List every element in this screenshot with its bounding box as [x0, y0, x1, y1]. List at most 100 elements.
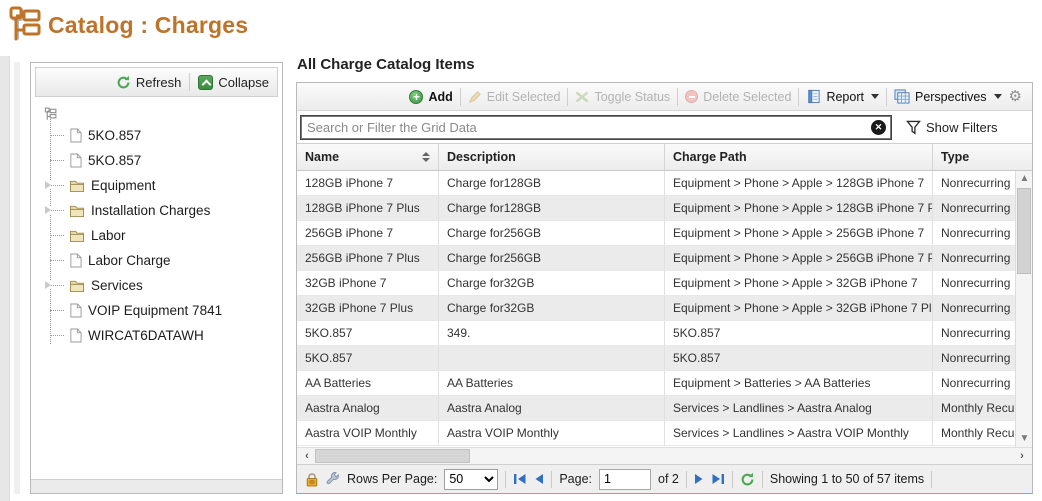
folder-icon	[69, 179, 85, 192]
tree-item-label: Services	[91, 278, 143, 293]
rows-per-page-select[interactable]: 50	[444, 469, 498, 490]
tree-item-label: 5KO.857	[88, 128, 141, 143]
toolbar-divider	[567, 88, 568, 106]
tree-item-equipment[interactable]: Equipment	[39, 173, 278, 198]
cell-description: Charge for256GB	[439, 221, 665, 245]
tree-item-5ko-857[interactable]: 5KO.857	[39, 148, 278, 173]
expand-icon[interactable]	[45, 206, 51, 214]
scroll-down-icon[interactable]: ▼	[1016, 431, 1033, 447]
pager-divider	[505, 471, 506, 488]
tree-item-labor[interactable]: Labor	[39, 223, 278, 248]
table-row[interactable]: 128GB iPhone 7Charge for128GBEquipment >…	[297, 171, 1015, 196]
cell-name: Aastra VOIP Monthly	[297, 421, 439, 445]
vertical-scrollbar[interactable]: ▲ ▼	[1015, 171, 1032, 447]
filter-row: ✕ Show Filters	[297, 111, 1032, 143]
cell-charge-path: Services > Landlines > Aastra Analog	[665, 396, 933, 420]
toggle-status-button[interactable]: Toggle Status	[575, 90, 670, 104]
tree-item-labor-charge[interactable]: Labor Charge	[39, 248, 278, 273]
page-number-input[interactable]	[599, 469, 651, 490]
cell-name: Aastra Analog	[297, 396, 439, 420]
cell-description: Charge for128GB	[439, 171, 665, 195]
tree-item-label: WIRCAT6DATAWH	[88, 328, 204, 343]
vertical-scroll-thumb[interactable]	[1017, 188, 1031, 274]
toolbar-divider	[886, 88, 887, 106]
next-page-button[interactable]	[694, 473, 704, 485]
perspectives-dropdown-button[interactable]: Perspectives	[894, 89, 1002, 104]
column-header-type[interactable]: Type	[933, 144, 1032, 170]
cell-charge-path: Equipment > Phone > Apple > 128GB iPhone…	[665, 196, 933, 220]
table-row[interactable]: 256GB iPhone 7 PlusCharge for256GBEquipm…	[297, 246, 1015, 271]
delete-selected-button[interactable]: Delete Selected	[685, 90, 791, 104]
lock-icon	[305, 472, 319, 487]
page-edge-inner	[14, 62, 20, 494]
catalog-tree-panel: Refresh Collapse 5KO.857 5KO.857 Equipment…	[30, 62, 283, 494]
report-dropdown-button[interactable]: Report	[806, 89, 879, 104]
edit-selected-button[interactable]: Edit Selected	[468, 90, 561, 104]
column-header-description[interactable]: Description	[439, 144, 665, 170]
first-page-button[interactable]	[513, 473, 527, 485]
file-icon	[69, 128, 82, 143]
expand-icon[interactable]	[45, 281, 51, 289]
cell-type: Nonrecurring	[933, 246, 1015, 270]
file-icon	[69, 328, 82, 343]
cell-charge-path: Equipment > Phone > Apple > 128GB iPhone…	[665, 171, 933, 195]
table-row[interactable]: 5KO.8575KO.857Nonrecurring	[297, 346, 1015, 371]
cell-name: 32GB iPhone 7	[297, 271, 439, 295]
tree-item-5ko-857[interactable]: 5KO.857	[39, 123, 278, 148]
sitemap-icon	[7, 5, 45, 45]
tree-item-voip-equipment-7841[interactable]: VOIP Equipment 7841	[39, 298, 278, 323]
cell-charge-path: 5KO.857	[665, 321, 933, 345]
page-count-label: of 2	[658, 472, 679, 486]
clear-search-icon[interactable]: ✕	[871, 120, 886, 135]
showing-status: Showing 1 to 50 of 57 items	[770, 472, 924, 486]
scroll-left-icon[interactable]: ‹	[299, 448, 315, 464]
column-header-name[interactable]: Name	[297, 144, 439, 170]
add-button[interactable]: + Add	[409, 90, 452, 104]
tree-root-node[interactable]	[39, 105, 278, 123]
tree-item-services[interactable]: Services	[39, 273, 278, 298]
horizontal-scroll-thumb[interactable]	[315, 449, 470, 463]
cell-name: AA Batteries	[297, 371, 439, 395]
last-page-button[interactable]	[711, 473, 725, 485]
cell-type: Monthly Recurring	[933, 396, 1015, 420]
scroll-up-icon[interactable]: ▲	[1016, 171, 1033, 187]
refresh-label: Refresh	[136, 75, 182, 90]
cell-type: Nonrecurring	[933, 346, 1015, 370]
cell-name: 128GB iPhone 7 Plus	[297, 196, 439, 220]
horizontal-scrollbar[interactable]: ‹ ›	[297, 447, 1032, 464]
page-edge	[0, 0, 10, 501]
table-row[interactable]: Aastra VOIP MonthlyAastra VOIP MonthlySe…	[297, 421, 1015, 446]
sort-icon[interactable]	[422, 152, 430, 162]
tree-item-label: Equipment	[91, 178, 156, 193]
table-row[interactable]: 32GB iPhone 7 PlusCharge for32GBEquipmen…	[297, 296, 1015, 321]
column-header-charge-path[interactable]: Charge Path	[665, 144, 933, 170]
tree-items: 5KO.857 5KO.857 Equipment Installation Char…	[39, 123, 278, 348]
grid-panel: + Add Edit Selected Toggle Status Delete…	[296, 82, 1033, 494]
table-row[interactable]: Aastra AnalogAastra AnalogServices > Lan…	[297, 396, 1015, 421]
table-row[interactable]: 32GB iPhone 7Charge for32GBEquipment > P…	[297, 271, 1015, 296]
table-row[interactable]: 5KO.857349.5KO.857Nonrecurring	[297, 321, 1015, 346]
tree-item-wircat6datawh[interactable]: WIRCAT6DATAWH	[39, 323, 278, 348]
tree-item-installation-charges[interactable]: Installation Charges	[39, 198, 278, 223]
show-filters-button[interactable]: Show Filters	[906, 120, 998, 135]
wrench-icon[interactable]	[326, 472, 340, 486]
collapse-icon	[198, 75, 213, 90]
previous-page-button[interactable]	[534, 473, 544, 485]
cell-description: 349.	[439, 321, 665, 345]
refresh-icon	[740, 472, 755, 487]
scroll-right-icon[interactable]: ›	[1014, 448, 1030, 464]
cell-name: 256GB iPhone 7 Plus	[297, 246, 439, 270]
table-row[interactable]: AA BatteriesAA BatteriesEquipment > Batt…	[297, 371, 1015, 396]
table-row[interactable]: 128GB iPhone 7 PlusCharge for128GBEquipm…	[297, 196, 1015, 221]
perspectives-icon	[894, 89, 910, 104]
cell-type: Nonrecurring	[933, 271, 1015, 295]
tree-item-label: Labor	[91, 228, 126, 243]
refresh-grid-button[interactable]	[740, 472, 755, 487]
gear-icon[interactable]: ⚙	[1009, 89, 1022, 104]
search-input[interactable]	[300, 115, 892, 140]
table-row[interactable]: 256GB iPhone 7Charge for256GBEquipment >…	[297, 221, 1015, 246]
collapse-tree-button[interactable]: Collapse	[198, 75, 269, 90]
refresh-tree-button[interactable]: Refresh	[116, 75, 182, 90]
expand-icon[interactable]	[45, 181, 51, 189]
file-icon	[69, 153, 82, 168]
